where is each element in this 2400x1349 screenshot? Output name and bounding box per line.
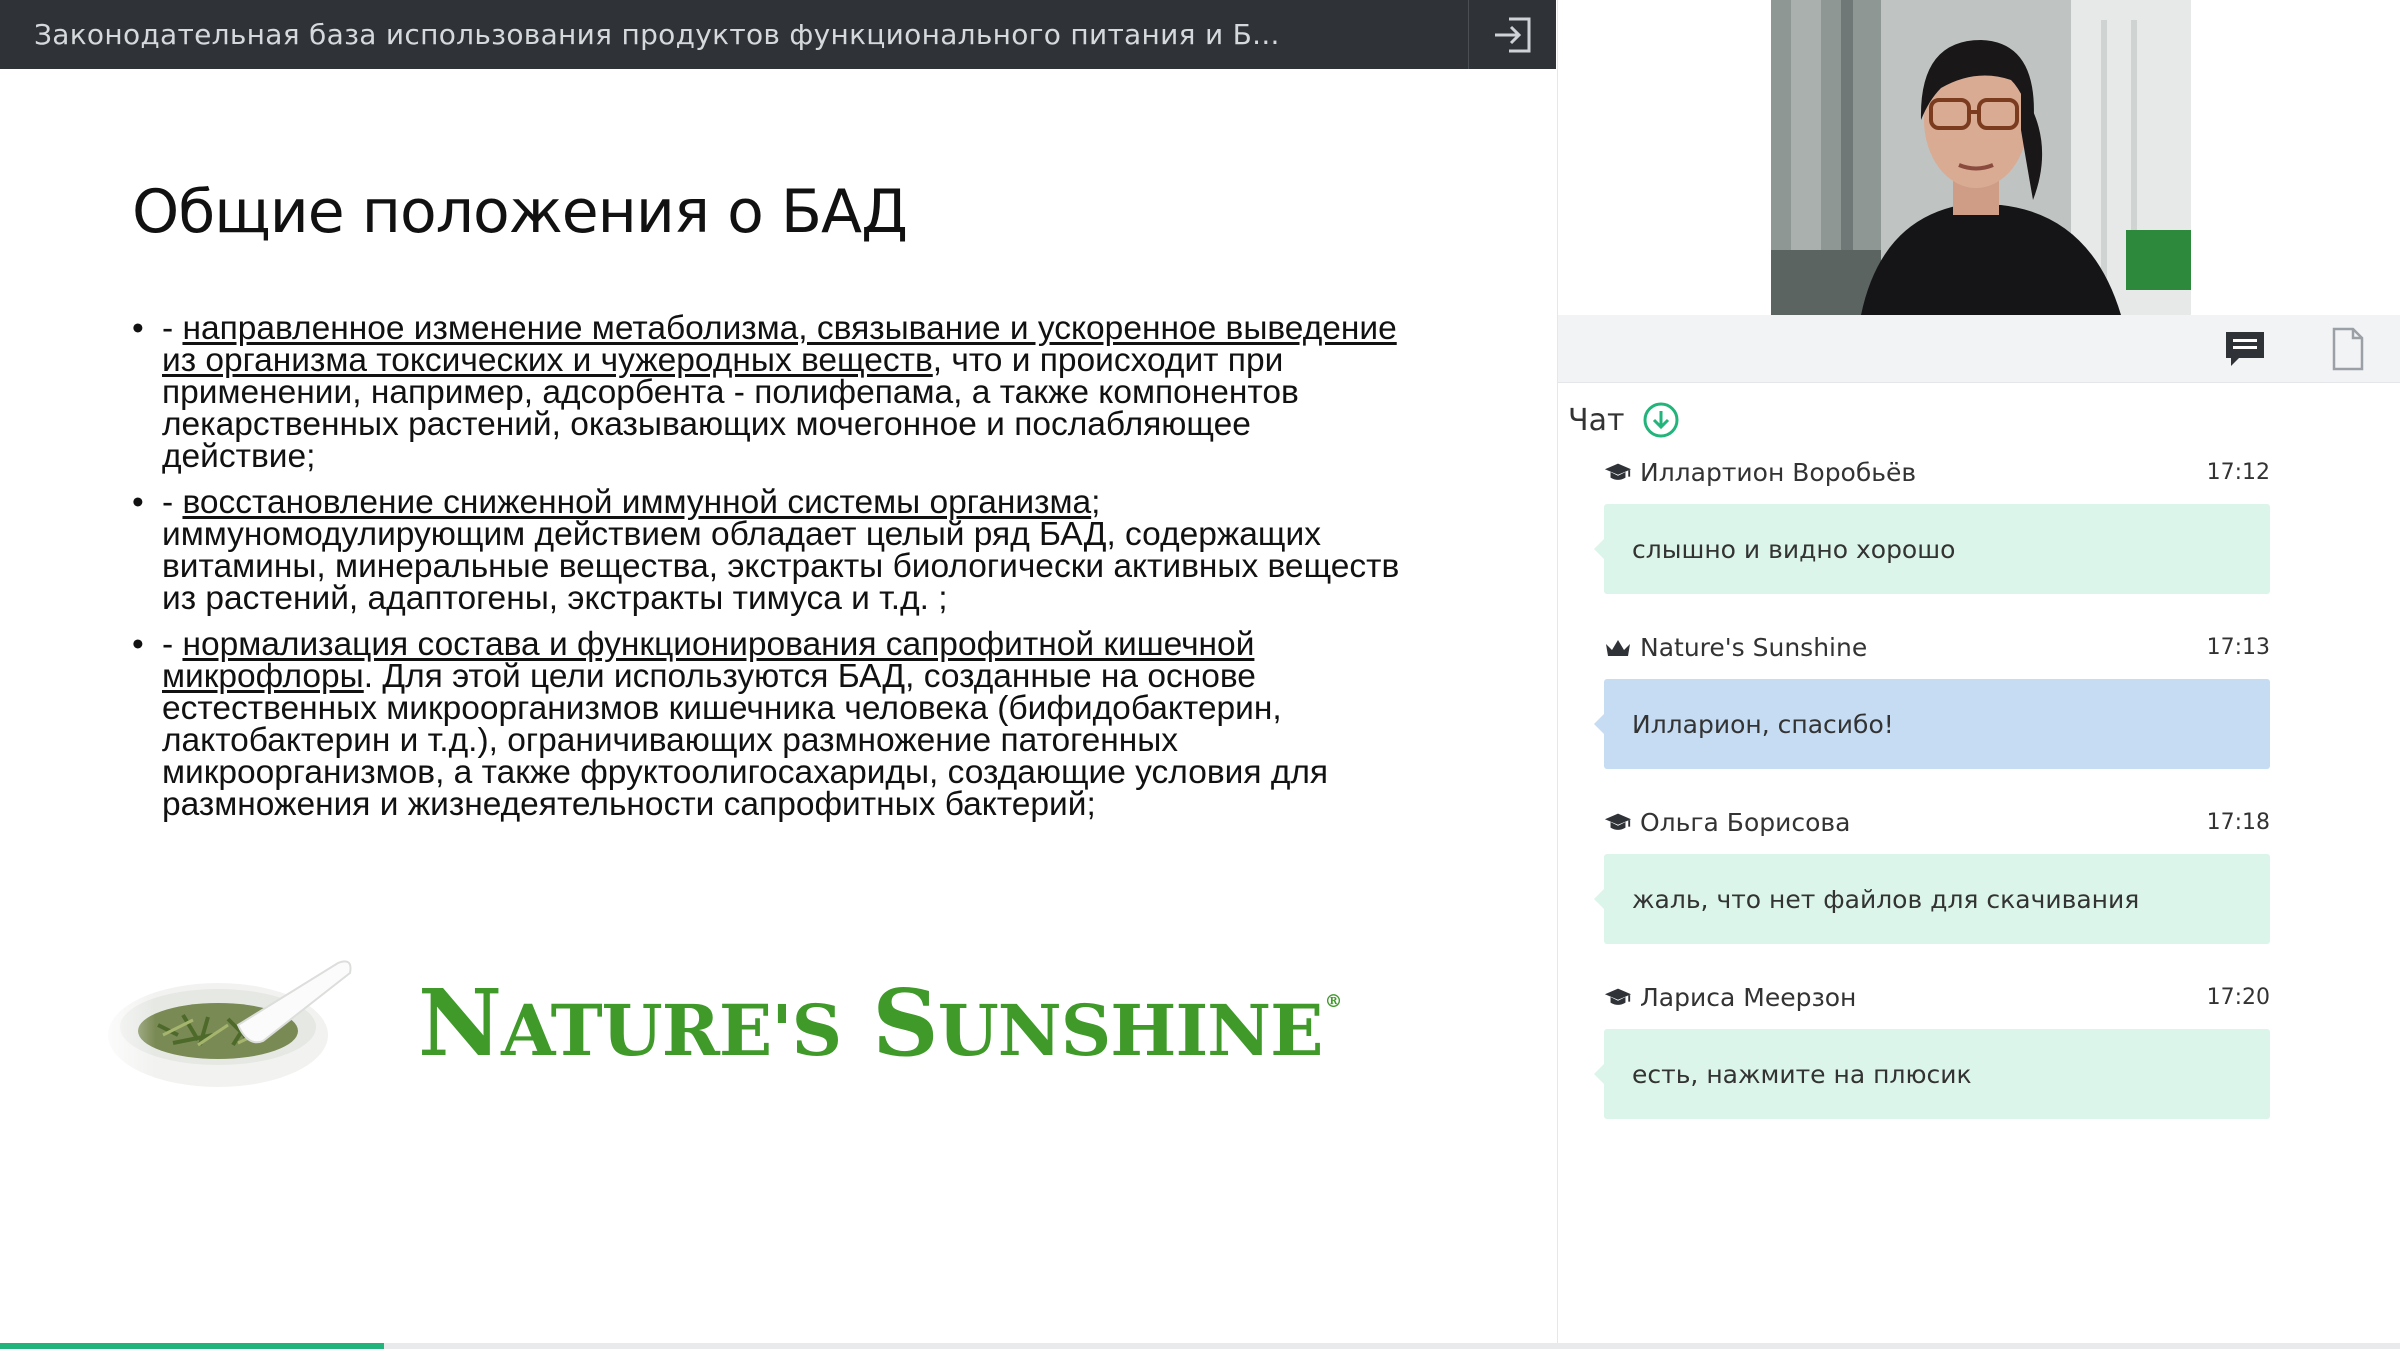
chat-bubble: жаль, что нет файлов для скачивания	[1594, 854, 2270, 944]
chat-author: Ольга Борисова	[1640, 807, 1851, 837]
chat-text: слышно и видно хорошо	[1632, 534, 1956, 564]
chat-bubble: Илларион, спасибо!	[1594, 679, 2270, 769]
crown-icon	[1606, 640, 1630, 656]
chat-text: есть, нажмите на плюсик	[1632, 1059, 1972, 1089]
chat-author: Иллартион Воробьёв	[1640, 457, 1917, 487]
role-icon	[1604, 460, 1632, 484]
download-icon	[1643, 402, 1679, 438]
bullet-item: - восстановление сниженной иммунной сист…	[132, 486, 1412, 616]
chat-header: Чат	[1568, 400, 1680, 440]
bullet-item: - нормализация состава и функционировани…	[132, 628, 1412, 822]
progress-fill	[0, 1343, 384, 1349]
role-icon	[1604, 635, 1632, 659]
role-icon	[1604, 810, 1632, 834]
chat-download-button[interactable]	[1642, 401, 1680, 439]
slide-bullets: - направленное изменение метаболизма, св…	[132, 312, 1412, 835]
graduation-cap-icon	[1604, 463, 1632, 480]
chat-message: Иллартион Воробьёв 17:12 слышно и видно хо…	[1594, 452, 2270, 594]
graduation-cap-icon	[1604, 813, 1632, 830]
file-icon	[2332, 327, 2364, 371]
exit-button[interactable]	[1468, 0, 1556, 69]
chat-label: Чат	[1568, 402, 1625, 438]
chat-bubble: есть, нажмите на плюсик	[1594, 1029, 2270, 1119]
sidebar: Чат Иллартион Воробьёв 17:12 слышно и видн…	[1557, 0, 2400, 1349]
chat-bubble: слышно и видно хорошо	[1594, 504, 2270, 594]
chat-author: Nature's Sunshine	[1640, 632, 1868, 662]
sidebar-toolbar	[1558, 315, 2400, 383]
presentation-title: Законодательная база использования проду…	[34, 18, 1280, 51]
chat-message: Ольга Борисова 17:18 жаль, что нет файлов …	[1594, 802, 2270, 944]
chat-time: 17:12	[2206, 460, 2270, 485]
chat-message-header: Лариса Меерзон 17:20	[1604, 977, 2270, 1017]
presentation-panel: Законодательная база использования проду…	[0, 0, 1556, 1349]
chat-tab-button[interactable]	[2213, 327, 2277, 371]
exit-icon	[1494, 17, 1530, 52]
chat-time: 17:20	[2206, 985, 2270, 1010]
slide: Общие положения о БАД - направленное изм…	[0, 69, 1556, 1339]
chat-message-header: Ольга Борисова 17:18	[1604, 802, 2270, 842]
presentation-topbar: Законодательная база использования проду…	[0, 0, 1556, 69]
chat-message: Лариса Меерзон 17:20 есть, нажмите на плюс…	[1594, 977, 2270, 1119]
webinar-window: Законодательная база использования проду…	[0, 0, 2400, 1349]
role-icon	[1604, 985, 1632, 1009]
chat-text: Илларион, спасибо!	[1632, 709, 1894, 739]
presenter-video[interactable]	[1771, 0, 2191, 315]
bullet-item: - направленное изменение метаболизма, св…	[132, 312, 1412, 474]
chat-author: Лариса Меерзон	[1640, 982, 1857, 1012]
chat-time: 17:13	[2206, 635, 2270, 660]
files-tab-button[interactable]	[2316, 327, 2380, 371]
chat-time: 17:18	[2206, 810, 2270, 835]
chat-message: Nature's Sunshine 17:13 Илларион, спасибо!	[1594, 627, 2270, 769]
chat-message-header: Nature's Sunshine 17:13	[1604, 627, 2270, 667]
chat-icon	[2226, 332, 2264, 366]
mortar-pestle-image	[88, 955, 358, 1095]
graduation-cap-icon	[1604, 988, 1632, 1005]
slide-title: Общие положения о БАД	[132, 177, 908, 247]
natures-sunshine-logo: NATURE'S SUNSHINE ®	[418, 969, 1343, 1077]
chat-message-header: Иллартион Воробьёв 17:12	[1604, 452, 2270, 492]
chat-text: жаль, что нет файлов для скачивания	[1632, 884, 2140, 914]
